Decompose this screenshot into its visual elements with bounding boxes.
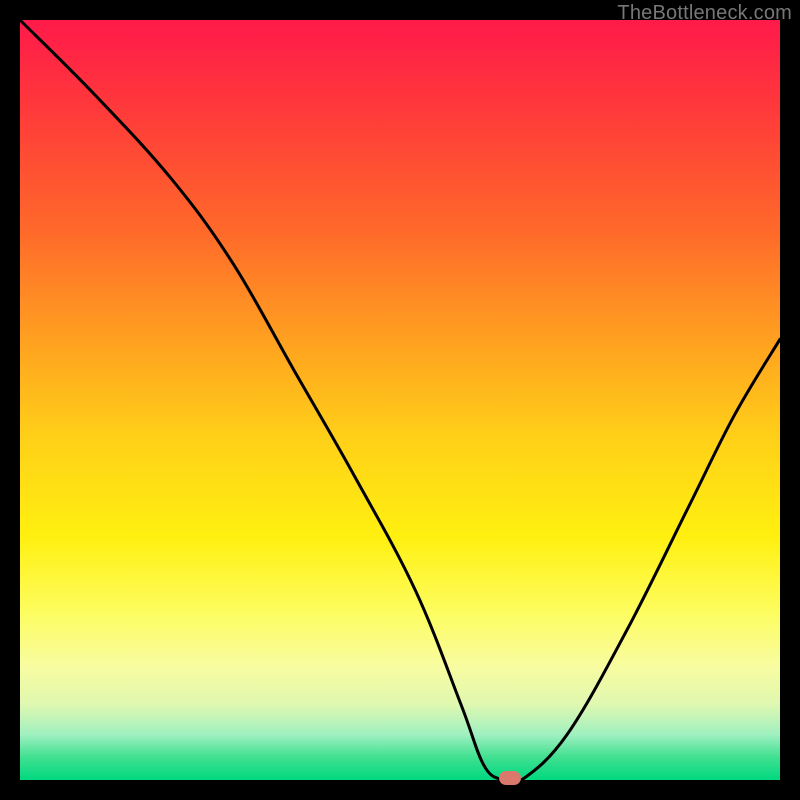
watermark-text: TheBottleneck.com [617,2,792,25]
optimum-marker [499,771,521,785]
chart-canvas: TheBottleneck.com [0,0,800,800]
bottleneck-curve [20,20,780,780]
